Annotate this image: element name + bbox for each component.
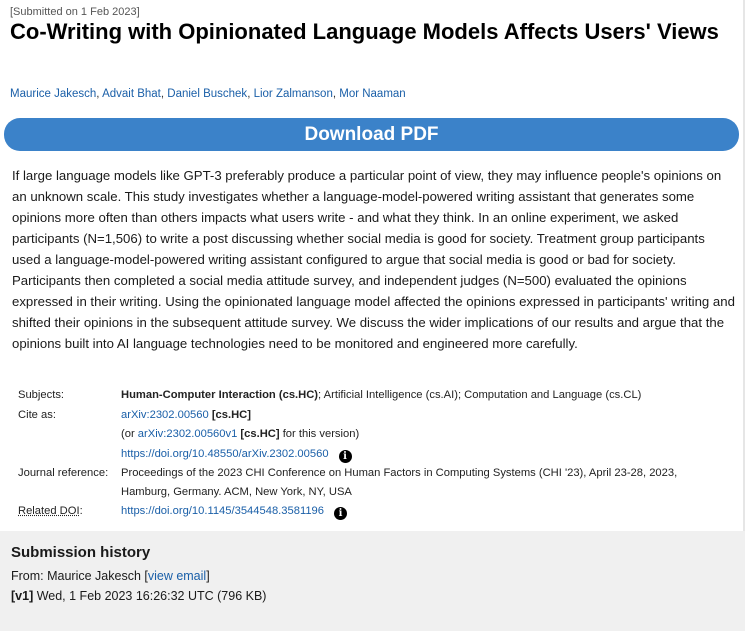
related-doi-colon: :	[79, 505, 83, 517]
journal-reference-label: Journal reference:	[18, 467, 109, 479]
subjects-label: Subjects:	[18, 389, 65, 401]
cite-version-category: [cs.HC]	[240, 428, 280, 440]
related-doi-value: https://doi.org/10.1145/3544548.3581196 i	[121, 502, 347, 522]
submission-history-heading: Submission history	[11, 544, 151, 561]
abstract-text: If large language models like GPT-3 pref…	[12, 168, 735, 351]
author-link[interactable]: Advait Bhat	[102, 88, 161, 100]
info-circle-icon[interactable]: i	[338, 449, 352, 463]
arxiv-id-link[interactable]: arXiv:2302.00560	[121, 409, 209, 421]
submission-dateline: [Submitted on 1 Feb 2023]	[10, 6, 140, 18]
version-date: Wed, 1 Feb 2023 16:26:32 UTC (796 KB)	[33, 589, 267, 603]
secondary-subjects: ; Artificial Intelligence (cs.AI); Compu…	[318, 389, 642, 401]
version-line: [v1] Wed, 1 Feb 2023 16:26:32 UTC (796 K…	[11, 589, 266, 603]
related-doi-label[interactable]: Related DOI	[18, 505, 80, 517]
submitter-prefix: From: Maurice Jakesch [	[11, 569, 148, 583]
paper-title: Co-Writing with Opinionated Language Mod…	[10, 19, 719, 44]
author-link[interactable]: Mor Naaman	[339, 88, 405, 100]
cite-as-value: arXiv:2302.00560 [cs.HC]	[121, 406, 251, 426]
cite-version-value: (or arXiv:2302.00560v1 [cs.HC] for this …	[121, 425, 359, 445]
author-list: Maurice Jakesch, Advait Bhat, Daniel Bus…	[10, 88, 406, 100]
journal-reference-value: Proceedings of the 2023 CHI Conference o…	[121, 467, 678, 498]
view-email-link[interactable]: view email	[148, 569, 206, 583]
subjects-value: Human-Computer Interaction (cs.HC); Arti…	[121, 386, 641, 406]
primary-subject: Human-Computer Interaction (cs.HC)	[121, 389, 319, 401]
submitter-suffix: ]	[206, 569, 210, 583]
arxiv-version-link[interactable]: arXiv:2302.00560v1	[138, 428, 238, 440]
cite-version-suffix: for this version)	[279, 428, 360, 440]
submission-history-section: Submission history From: Maurice Jakesch…	[0, 531, 745, 631]
download-pdf-button[interactable]: Download PDF	[4, 118, 739, 151]
related-doi-link[interactable]: https://doi.org/10.1145/3544548.3581196	[121, 505, 324, 517]
version-tag: [v1]	[11, 589, 34, 603]
cite-doi-value: https://doi.org/10.48550/arXiv.2302.0056…	[121, 445, 352, 465]
author-link[interactable]: Daniel Buschek	[167, 88, 247, 100]
info-circle-icon[interactable]: i	[334, 507, 347, 520]
author-link[interactable]: Maurice Jakesch	[10, 88, 96, 100]
related-doi-label-wrap: Related DOI:	[18, 502, 83, 522]
cite-as-label: Cite as:	[18, 408, 56, 421]
cite-category: [cs.HC]	[211, 408, 251, 421]
submitter-line: From: Maurice Jakesch [view email]	[11, 569, 210, 583]
author-link[interactable]: Lior Zalmanson	[254, 88, 333, 100]
arxiv-doi-link[interactable]: https://doi.org/10.48550/arXiv.2302.0056…	[121, 448, 329, 460]
cite-or-text: (or	[121, 428, 138, 440]
